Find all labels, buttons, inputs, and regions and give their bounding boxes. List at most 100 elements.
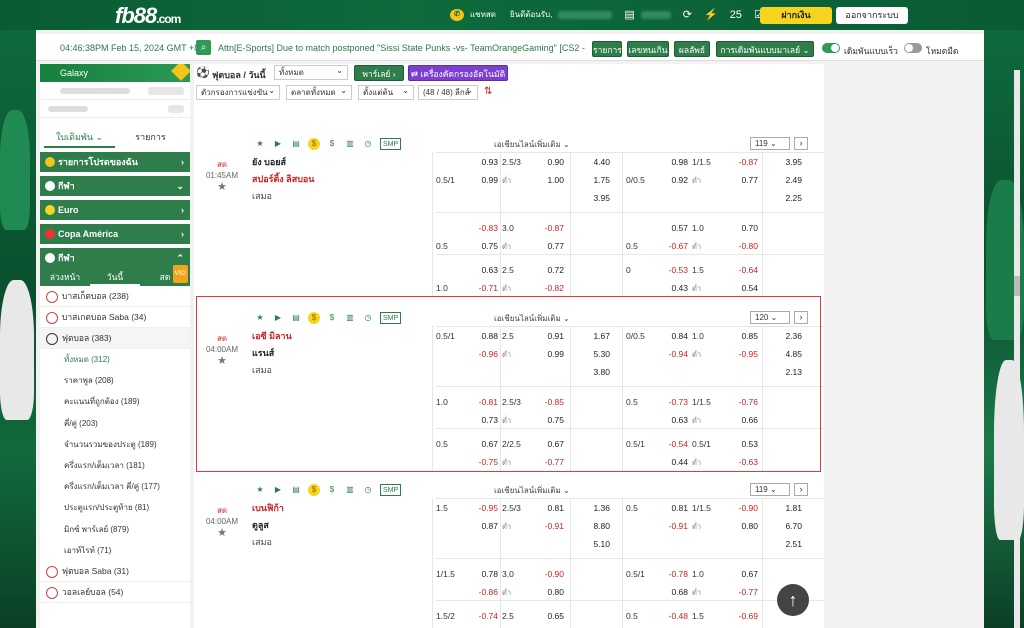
clock-icon[interactable]: ◷	[362, 312, 374, 324]
group-sports-2[interactable]: กีฬา ⌃	[40, 248, 190, 268]
odds-cell[interactable]: 0.65	[532, 608, 564, 625]
odds-cell[interactable]: 0.66	[726, 412, 758, 429]
odds-cell[interactable]: 4.85	[766, 346, 802, 363]
clock-icon[interactable]: ◷	[362, 484, 374, 496]
next-page-icon[interactable]: ›	[794, 311, 808, 324]
coin-icon[interactable]: $	[308, 312, 320, 324]
odds-cell[interactable]: 0.90	[532, 154, 564, 171]
numbers-button[interactable]: เลขหนเกิน	[627, 41, 669, 57]
odds-cell[interactable]: 1.75	[574, 172, 610, 189]
odds-cell[interactable]: 3.80	[574, 364, 610, 381]
chart-icon[interactable]: ▥	[344, 484, 356, 496]
odds-cell[interactable]: 0.77	[726, 172, 758, 189]
odds-cell[interactable]: 0.70	[726, 220, 758, 237]
sub-all[interactable]: ทั้งหมด (312)	[40, 349, 190, 370]
coin-icon[interactable]: $	[308, 484, 320, 496]
deposit-button[interactable]: ฝากเงิน	[760, 7, 832, 24]
chart-icon[interactable]: ▥	[344, 312, 356, 324]
results-button[interactable]: ผลลัพธ์	[674, 41, 710, 57]
odds-cell[interactable]: -0.90	[726, 500, 758, 517]
chart-icon[interactable]: ▥	[344, 138, 356, 150]
odds-cell[interactable]: 0.80	[726, 518, 758, 535]
sport-volleyball[interactable]: วอลเลย์บอล (54)	[40, 582, 190, 603]
play-icon[interactable]: ▶	[272, 138, 284, 150]
dollar-icon[interactable]: $	[326, 484, 338, 496]
tab-early[interactable]: ล่วงหน้า	[40, 268, 90, 286]
refresh-icon[interactable]: ⟳	[683, 8, 692, 21]
tab-list[interactable]: รายการ	[115, 126, 186, 148]
odds-cell[interactable]: -0.81	[466, 394, 498, 411]
favorite-star-icon[interactable]: ★	[194, 180, 250, 193]
sub-outright[interactable]: เอาท์ไรท์ (71)	[40, 540, 190, 561]
odds-cell[interactable]: -0.48	[656, 608, 688, 625]
tab-today[interactable]: วันนี้	[90, 268, 140, 286]
odds-cell[interactable]: -0.71	[466, 280, 498, 297]
odds-cell[interactable]: 0.93	[466, 154, 498, 171]
odds-cell[interactable]: -0.91	[656, 518, 688, 535]
odds-cell[interactable]: 0.81	[532, 500, 564, 517]
favorite-star-icon[interactable]: ★	[254, 484, 266, 496]
page-select[interactable]: 119 ⌄	[750, 137, 790, 150]
odds-cell[interactable]: -0.53	[656, 262, 688, 279]
odds-cell[interactable]: 0.85	[726, 328, 758, 345]
odds-cell[interactable]: 0.92	[656, 172, 688, 189]
odds-cell[interactable]: -0.87	[726, 154, 758, 171]
odds-cell[interactable]: 0.63	[466, 262, 498, 279]
favorite-star-icon[interactable]: ★	[194, 526, 250, 539]
logo[interactable]: fb88.com	[115, 3, 181, 29]
sub-odd-even[interactable]: คี่/คู่ (203)	[40, 413, 190, 434]
odds-cell[interactable]: 0.54	[726, 280, 758, 297]
odds-cell[interactable]: 8.80	[574, 518, 610, 535]
league-count[interactable]: (48 / 48) ลีกส์	[418, 84, 478, 100]
galaxy-banner[interactable]: Galaxy	[40, 64, 190, 82]
odds-cell[interactable]: 0.80	[532, 584, 564, 601]
sort-arrows-icon[interactable]: ⇅	[484, 86, 492, 97]
odds-type-dropdown[interactable]: การเดิมพันแบบมาเลย์ ⌄	[716, 41, 814, 57]
odds-cell[interactable]: -0.77	[726, 584, 758, 601]
odds-cell[interactable]: 5.10	[574, 536, 610, 553]
sport-basketball[interactable]: บาสเก็ตบอล (238)	[40, 286, 190, 307]
odds-cell[interactable]: -0.77	[532, 454, 564, 471]
favorite-star-icon[interactable]: ★	[254, 138, 266, 150]
odds-cell[interactable]: 0.43	[656, 280, 688, 297]
news-ticker[interactable]: Attn[E-Sports] Due to match postponed "S…	[218, 43, 592, 53]
odds-cell[interactable]: 5.30	[574, 346, 610, 363]
logout-button[interactable]: ออกจากระบบ	[836, 7, 908, 24]
sub-ht-ft[interactable]: ครึ่งแรก/เต็มเวลา (181)	[40, 455, 190, 476]
search-icon[interactable]: ⌕	[196, 40, 211, 55]
page-scrollbar[interactable]	[1014, 70, 1020, 628]
play-icon[interactable]: ▶	[272, 484, 284, 496]
next-page-icon[interactable]: ›	[794, 483, 808, 496]
sub-mix-parlay[interactable]: มิกซ์ พาร์เลย์ (879)	[40, 519, 190, 540]
sport-basketball-saba[interactable]: บาสเกตบอล Saba (34)	[40, 307, 190, 328]
odds-cell[interactable]: 0.88	[466, 328, 498, 345]
promo-icon[interactable]: ⚡	[704, 8, 718, 21]
odds-cell[interactable]: -0.76	[726, 394, 758, 411]
chat-icon[interactable]: ✆	[450, 8, 464, 21]
play-icon[interactable]: ▶	[272, 312, 284, 324]
odds-cell[interactable]: 1.81	[766, 500, 802, 517]
odds-cell[interactable]: -0.80	[726, 238, 758, 255]
odds-cell[interactable]: -0.64	[726, 262, 758, 279]
sub-ht-ft-odd-even[interactable]: ครึ่งแรก/เต็มเวลา คี่/คู่ (177)	[40, 476, 190, 497]
sub-first-last-goal[interactable]: ประตูแรก/ประตูท้าย (81)	[40, 497, 190, 518]
odds-cell[interactable]: -0.54	[656, 436, 688, 453]
odds-cell[interactable]: -0.87	[532, 220, 564, 237]
odds-cell[interactable]: -0.78	[656, 566, 688, 583]
odds-cell[interactable]: 1.67	[574, 328, 610, 345]
favorite-star-icon[interactable]: ★	[254, 312, 266, 324]
sub-handicap[interactable]: ราคาพูล (208)	[40, 370, 190, 391]
odds-cell[interactable]: -0.90	[532, 566, 564, 583]
odds-cell[interactable]: -0.95	[726, 346, 758, 363]
odds-cell[interactable]: -0.67	[656, 238, 688, 255]
dark-mode-toggle[interactable]	[904, 43, 922, 53]
market-filter[interactable]: ตลาดทั้งหมด	[286, 84, 352, 100]
odds-cell[interactable]: -0.91	[532, 518, 564, 535]
group-favorites[interactable]: รายการโปรดของฉัน ›	[40, 152, 190, 172]
odds-cell[interactable]: 0.98	[656, 154, 688, 171]
scroll-top-button[interactable]: ↑	[777, 584, 809, 616]
odds-cell[interactable]: 2.51	[766, 536, 802, 553]
chat-label[interactable]: แชทสด	[470, 8, 496, 21]
more-lines-toggle[interactable]: เอเชียนไลน์เพิ่มเติม ⌄	[494, 312, 570, 325]
stats-icon[interactable]: ▤	[290, 312, 302, 324]
